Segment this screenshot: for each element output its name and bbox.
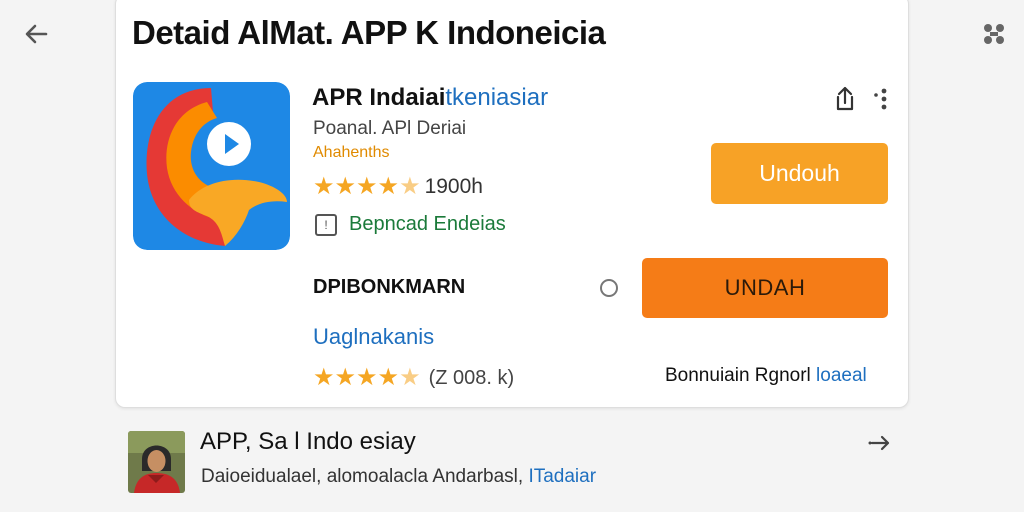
related-open-button[interactable] [866, 428, 896, 458]
star-icon: ★ [377, 364, 400, 391]
app-icon[interactable] [133, 82, 290, 250]
puzzle-icon [984, 24, 1004, 44]
star-half-icon: ★ [399, 364, 421, 391]
avatar[interactable] [128, 431, 185, 493]
note-main: Bonnuiain Rgnorl [665, 365, 811, 386]
star-icon: ★ [313, 173, 335, 200]
more-options-button[interactable] [872, 86, 892, 112]
arrow-right-icon [868, 435, 890, 451]
download-button[interactable]: UNDAH [642, 258, 888, 318]
app-logo-icon [133, 82, 290, 250]
developer-name[interactable]: Poanal. APl Deriai [313, 118, 466, 140]
app-name-accent: tkeniasiar [445, 84, 549, 111]
section-link[interactable]: Uaglnakanis [313, 324, 434, 350]
extensions-button[interactable] [978, 18, 1010, 50]
star-icon: ★ [313, 364, 335, 391]
rating-count: (Z 008. k) [428, 366, 515, 389]
app-name: APR Indaiaitkeniasiar [312, 84, 548, 112]
star-icon: ★ [334, 173, 357, 200]
section-label: DPIBONKMARN [313, 276, 466, 298]
app-name-main: APR Indaiai [312, 84, 446, 111]
badge-text: Bepncad Endeias [349, 213, 506, 235]
star-icon: ★ [356, 364, 378, 391]
content-badge: ! Bepncad Endeias [315, 213, 506, 236]
star-icon: ★ [334, 364, 357, 391]
star-icon: ★ [356, 173, 378, 200]
radio-option[interactable] [600, 279, 618, 297]
related-subtitle: Daioeidualael, alomoalacla Andarbasl, IT… [201, 466, 596, 488]
section-rating: ★ ★ ★ ★ ★ (Z 008. k) [313, 364, 514, 392]
page-title: Detaid AlMat. APP K Indoneicia [132, 14, 606, 51]
section-note[interactable]: Bonnuiain Rgnorl loaeal [665, 365, 867, 387]
rating-stars: ★ ★ ★ ★ ★ [313, 174, 421, 200]
app-category[interactable]: Ahahenths [313, 144, 390, 162]
star-half-icon: ★ [399, 173, 421, 200]
note-accent: loaeal [816, 365, 867, 386]
app-rating: ★ ★ ★ ★ ★ 1900h [313, 173, 483, 201]
more-vert-icon [874, 88, 887, 110]
star-icon: ★ [377, 173, 400, 200]
related-sub-accent: ITadaiar [528, 466, 597, 487]
badge-icon: ! [315, 213, 337, 236]
related-sub-main: Daioeidualael, alomoalacla Andarbasl, [201, 466, 524, 487]
arrow-left-icon [25, 24, 48, 44]
rating-count: 1900h [424, 175, 483, 198]
back-button[interactable] [20, 18, 52, 50]
share-icon [836, 86, 854, 111]
person-avatar-icon [128, 431, 185, 493]
share-button[interactable] [830, 84, 860, 114]
rating-stars: ★ ★ ★ ★ ★ [313, 365, 421, 391]
install-button[interactable]: Undouh [711, 143, 888, 204]
related-title[interactable]: APP, Sa l Indo esiay [200, 428, 416, 456]
